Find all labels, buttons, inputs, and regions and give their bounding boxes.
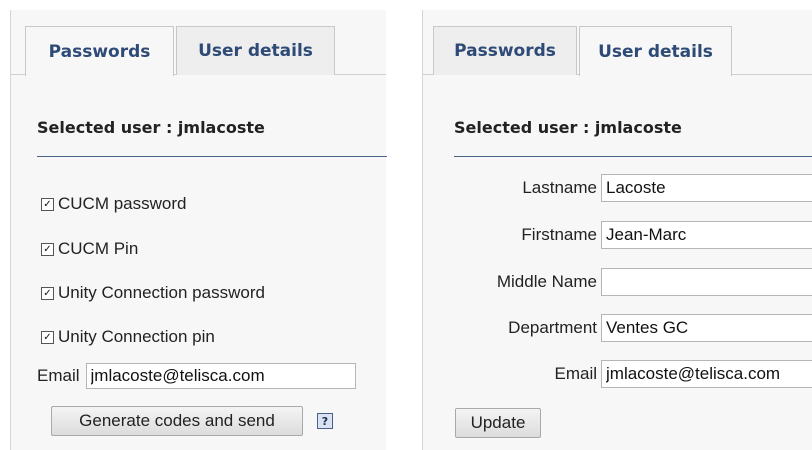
- help-icon[interactable]: ?: [317, 413, 333, 429]
- tab-passwords[interactable]: Passwords: [433, 26, 577, 75]
- email-label: Email: [554, 364, 597, 383]
- unity-password-option[interactable]: ✓ Unity Connection password: [41, 280, 265, 306]
- selected-user-heading: Selected user : jmlacoste: [454, 118, 682, 137]
- cucm-password-option[interactable]: ✓ CUCM password: [41, 191, 186, 217]
- lastname-label: Lastname: [522, 178, 597, 197]
- user-details-panel: Passwords User details Selected user : j…: [422, 10, 812, 450]
- email-row: Email: [37, 361, 356, 391]
- email-field[interactable]: [85, 363, 356, 389]
- generate-codes-button[interactable]: Generate codes and send: [51, 406, 303, 436]
- update-button[interactable]: Update: [455, 408, 541, 438]
- unity-pin-label: Unity Connection pin: [58, 327, 215, 346]
- cucm-pin-label: CUCM Pin: [58, 239, 139, 258]
- middle-name-row: Middle Name: [423, 268, 812, 296]
- email-label: Email: [37, 366, 80, 385]
- unity-pin-option[interactable]: ✓ Unity Connection pin: [41, 324, 215, 350]
- firstname-row: Firstname: [423, 221, 812, 249]
- cucm-password-checkbox[interactable]: ✓: [41, 197, 54, 211]
- tab-user-details[interactable]: User details: [176, 26, 335, 75]
- heading-divider: [37, 156, 387, 157]
- tab-bar: Passwords User details: [423, 10, 812, 76]
- department-field[interactable]: [601, 314, 812, 342]
- tab-passwords[interactable]: Passwords: [25, 26, 174, 76]
- cucm-pin-option[interactable]: ✓ CUCM Pin: [41, 236, 138, 262]
- unity-password-checkbox[interactable]: ✓: [41, 286, 54, 300]
- middle-name-label: Middle Name: [496, 272, 597, 291]
- selected-user-heading: Selected user : jmlacoste: [37, 118, 265, 137]
- tab-bar: Passwords User details: [11, 10, 386, 76]
- lastname-field[interactable]: [601, 174, 812, 202]
- unity-password-label: Unity Connection password: [58, 283, 265, 302]
- lastname-row: Lastname: [423, 174, 812, 202]
- cucm-pin-checkbox[interactable]: ✓: [41, 242, 54, 256]
- department-label: Department: [508, 318, 597, 337]
- email-row: Email: [423, 360, 812, 388]
- firstname-label: Firstname: [521, 225, 597, 244]
- middle-name-field[interactable]: [601, 268, 812, 296]
- heading-divider: [454, 156, 812, 157]
- tab-user-details[interactable]: User details: [579, 26, 732, 76]
- cucm-password-label: CUCM password: [58, 194, 187, 213]
- firstname-field[interactable]: [601, 221, 812, 249]
- passwords-panel: Passwords User details Selected user : j…: [10, 10, 387, 450]
- department-row: Department: [423, 314, 812, 342]
- unity-pin-checkbox[interactable]: ✓: [41, 330, 54, 344]
- email-field[interactable]: [601, 360, 812, 388]
